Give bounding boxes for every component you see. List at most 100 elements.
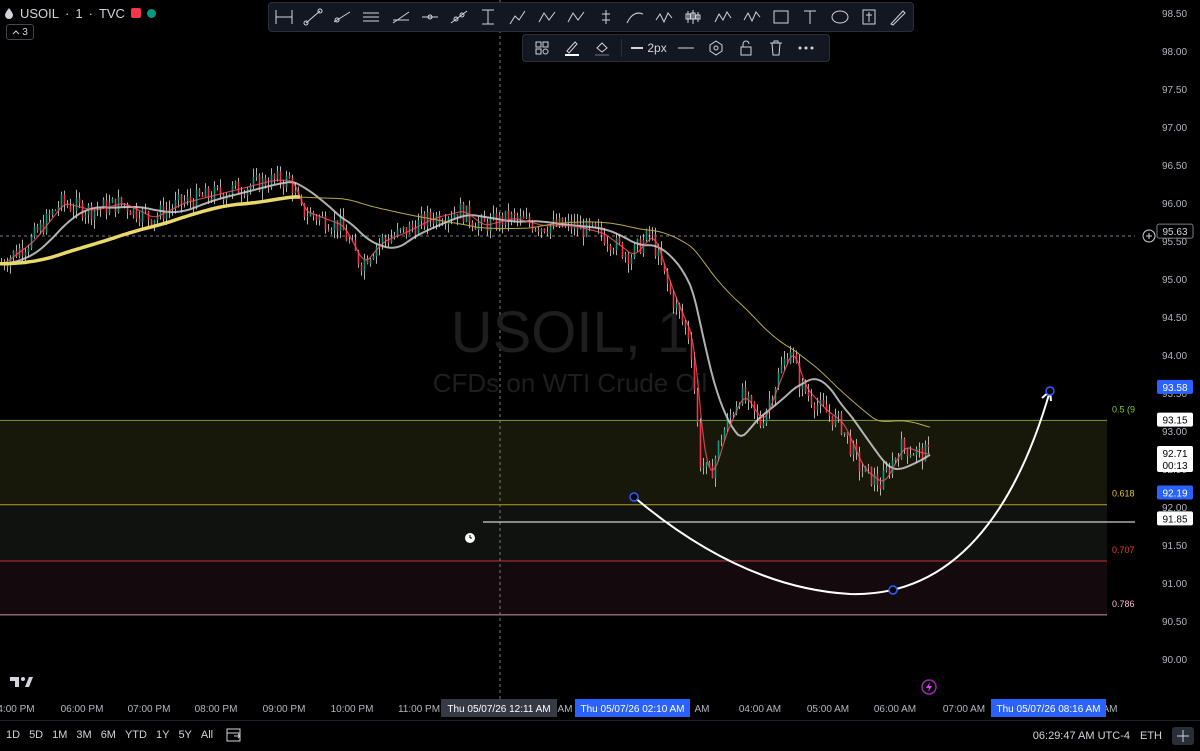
range-1d[interactable]: 1D <box>6 729 20 741</box>
time-label-text: Thu 05/07/26 12:11 AM <box>447 704 550 715</box>
data-status-icon[interactable] <box>146 8 156 18</box>
range-3m[interactable]: 3M <box>76 729 91 741</box>
candle <box>477 223 480 230</box>
trendline-tool-icon[interactable] <box>301 6 325 28</box>
wy-pattern-icon[interactable] <box>652 6 676 28</box>
price-tick: 96.00 <box>1162 199 1187 210</box>
time-tick: 10:00 PM <box>331 704 374 715</box>
trend-angle-tool-icon[interactable] <box>272 6 296 28</box>
regression-tool-icon[interactable] <box>389 6 413 28</box>
candle <box>423 213 426 227</box>
time-axis[interactable]: 4:00 PM 06:00 PM 07:00 PM 08:00 PM 09:00 PM 1… <box>0 699 1118 717</box>
line-width-button[interactable]: 2px <box>630 37 667 59</box>
price-tick: 91.50 <box>1162 541 1187 552</box>
range-5d[interactable]: 5D <box>29 729 43 741</box>
drawing-handle[interactable] <box>888 585 898 595</box>
candle <box>432 219 435 224</box>
candle <box>39 223 42 232</box>
session-label[interactable]: ETH <box>1140 730 1162 742</box>
fill-color-icon[interactable] <box>591 37 613 59</box>
range-6m[interactable]: 6M <box>101 729 116 741</box>
candles-icon[interactable] <box>681 6 705 28</box>
market-closed-icon[interactable] <box>130 8 141 18</box>
symbol-name[interactable]: USOIL <box>20 6 59 21</box>
price-tick: 90.00 <box>1162 655 1187 666</box>
candle <box>462 203 465 223</box>
candle <box>288 175 291 179</box>
time-tick: 06:00 AM <box>874 704 916 715</box>
elliott-15-icon[interactable] <box>506 6 530 28</box>
candle <box>453 214 456 218</box>
candle <box>186 196 189 201</box>
interval-toggle-button[interactable]: 3 <box>6 24 34 40</box>
wz-pattern-icon[interactable] <box>740 6 764 28</box>
abcd-pattern-icon[interactable] <box>535 6 559 28</box>
candle <box>213 186 216 201</box>
brush-icon[interactable] <box>886 6 910 28</box>
candle <box>792 351 795 355</box>
horizontal-line-icon[interactable] <box>418 6 442 28</box>
candle <box>522 215 525 218</box>
price-label-text: 95.63 <box>1162 227 1187 238</box>
candle <box>540 228 543 232</box>
visibility-settings-icon[interactable] <box>705 37 727 59</box>
price-chart[interactable]: USOIL, 1 CFDs on WTI Crude Oil 0.5 (93.1… <box>0 0 1200 750</box>
chevron-up-icon <box>12 30 20 35</box>
candle <box>621 242 624 258</box>
price-range-icon[interactable] <box>476 6 500 28</box>
status-area: 06:29:47 AM UTC-4 ETH <box>1033 727 1194 745</box>
candle <box>279 171 282 184</box>
candle <box>84 214 87 218</box>
long-position-icon[interactable] <box>594 6 618 28</box>
zigzag-icon[interactable] <box>711 6 735 28</box>
line-color-icon[interactable] <box>561 37 583 59</box>
templates-icon[interactable] <box>531 37 553 59</box>
candle <box>78 198 81 204</box>
ellipse-icon[interactable] <box>828 6 852 28</box>
drawing-handle[interactable] <box>1045 386 1055 396</box>
price-label-text: 93.15 <box>1162 416 1187 427</box>
candle <box>426 212 429 227</box>
drawing-handle[interactable] <box>629 492 639 502</box>
more-options-icon[interactable] <box>795 37 817 59</box>
candle <box>651 234 654 236</box>
candle <box>204 187 207 197</box>
symbol-header[interactable]: USOIL · 1 · TVC <box>4 3 156 23</box>
time-label-text: Thu 05/07/26 08:16 AM <box>997 704 1101 715</box>
range-all[interactable]: All <box>201 729 213 741</box>
candle <box>504 210 507 225</box>
price-axis[interactable]: 98.50 98.00 97.50 97.00 96.50 96.00 95.50 95.00… <box>1135 0 1200 720</box>
goto-date-icon[interactable] <box>225 726 243 744</box>
candle <box>615 237 618 251</box>
price-tick: 98.50 <box>1162 9 1187 20</box>
candle <box>894 458 897 461</box>
curve-tool-icon[interactable] <box>623 6 647 28</box>
price-tick: 97.00 <box>1162 123 1187 134</box>
ae-pattern-icon[interactable] <box>564 6 588 28</box>
range-1y[interactable]: 1Y <box>156 729 169 741</box>
candle <box>216 186 219 188</box>
candle <box>144 209 147 212</box>
candle <box>399 229 402 231</box>
text-tool-icon[interactable] <box>798 6 822 28</box>
range-ytd[interactable]: YTD <box>125 729 147 741</box>
trash-icon[interactable] <box>765 37 787 59</box>
clock-timezone[interactable]: 06:29:47 AM UTC-4 <box>1033 730 1130 742</box>
time-tick: 05:00 AM <box>807 704 849 715</box>
range-1m[interactable]: 1M <box>52 729 67 741</box>
lock-icon[interactable] <box>735 37 757 59</box>
crosshair-mode-icon[interactable] <box>1172 727 1194 745</box>
parallel-channel-icon[interactable] <box>359 6 383 28</box>
candle <box>177 194 180 201</box>
range-5y[interactable]: 5Y <box>178 729 191 741</box>
candle <box>546 231 549 234</box>
interval-label[interactable]: 1 <box>75 6 82 21</box>
ray-tool-icon[interactable] <box>330 6 354 28</box>
line-style-icon[interactable] <box>675 37 697 59</box>
price-label-icon[interactable] <box>857 6 881 28</box>
candle <box>75 198 78 211</box>
extended-line-icon[interactable] <box>447 6 471 28</box>
lightning-alert-icon[interactable] <box>921 679 937 695</box>
rectangle-icon[interactable] <box>769 6 793 28</box>
candle <box>909 454 912 457</box>
